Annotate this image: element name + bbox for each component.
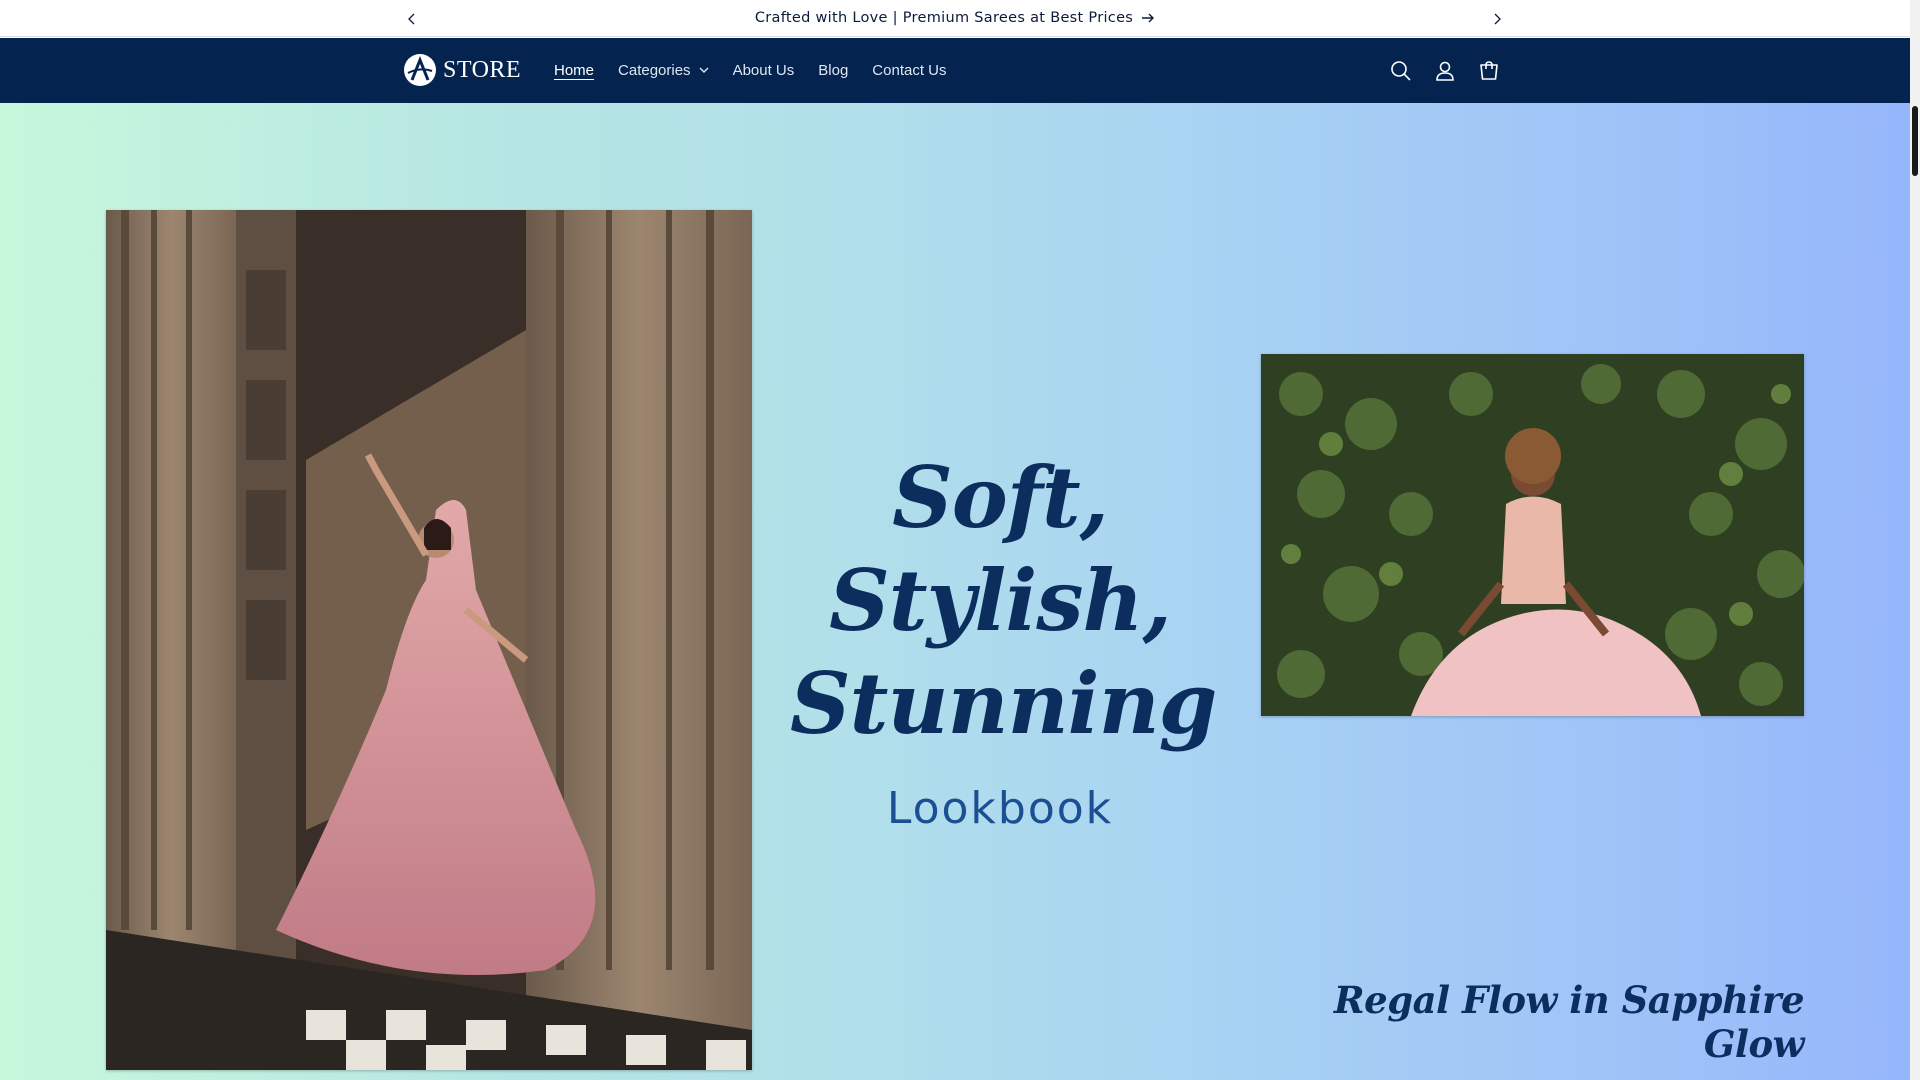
logo-text: STORE bbox=[443, 56, 522, 83]
nav-contact-us[interactable]: Contact Us bbox=[860, 38, 958, 103]
nav-about-us[interactable]: About Us bbox=[721, 38, 807, 103]
cart-icon bbox=[1480, 60, 1498, 80]
nav-contact-label: Contact Us bbox=[872, 62, 947, 79]
page-scrollbar[interactable] bbox=[1910, 0, 1920, 1080]
nav-categories[interactable]: Categories bbox=[606, 38, 721, 103]
chevron-down-icon bbox=[699, 67, 709, 73]
announcement-bar: Crafted with Love | Premium Sarees at Be… bbox=[0, 0, 1910, 37]
logo-mark-icon bbox=[404, 54, 436, 86]
chevron-right-icon bbox=[1494, 13, 1501, 24]
announcement-prev-button[interactable] bbox=[397, 0, 427, 37]
account-icon bbox=[1436, 61, 1454, 81]
headline-line-1: Soft, bbox=[892, 448, 1109, 547]
hero-image-left bbox=[106, 210, 752, 1070]
cart-button[interactable] bbox=[1467, 49, 1511, 93]
hero-banner[interactable]: Soft, Stylish, Stunning Lookbook Regal F… bbox=[0, 103, 1910, 1080]
account-button[interactable] bbox=[1423, 49, 1467, 93]
headline-line-2: Stylish, bbox=[829, 551, 1172, 650]
nav-categories-label: Categories bbox=[618, 62, 691, 79]
header-icons bbox=[1379, 38, 1511, 103]
scrollbar-thumb[interactable] bbox=[1912, 106, 1918, 176]
main-nav: Home Categories About Us Blog Contact Us bbox=[542, 38, 959, 103]
nav-blog[interactable]: Blog bbox=[806, 38, 860, 103]
headline-line-3: Stunning bbox=[790, 654, 1217, 753]
hero-tagline: Regal Flow in Sapphire Glow bbox=[1333, 978, 1805, 1066]
site-header: STORE Home Categories About Us Blog Cont… bbox=[0, 38, 1910, 103]
store-logo[interactable]: STORE bbox=[403, 51, 521, 89]
nav-home-label: Home bbox=[554, 62, 595, 79]
announcement-text: Crafted with Love | Premium Sarees at Be… bbox=[754, 10, 1134, 26]
nav-about-label: About Us bbox=[732, 62, 795, 79]
hero-image-right bbox=[1261, 354, 1804, 716]
hero-headline: Soft, Stylish, Stunning bbox=[790, 446, 1217, 755]
search-button[interactable] bbox=[1379, 49, 1423, 93]
nav-home[interactable]: Home bbox=[542, 38, 606, 103]
announcement-link[interactable]: Crafted with Love | Premium Sarees at Be… bbox=[755, 10, 1155, 26]
announcement-next-button[interactable] bbox=[1482, 0, 1512, 37]
chevron-left-icon bbox=[408, 13, 415, 24]
search-icon bbox=[1391, 60, 1411, 81]
hero-subheading: Lookbook bbox=[886, 783, 1114, 834]
arrow-right-icon bbox=[1141, 13, 1155, 23]
nav-blog-label: Blog bbox=[818, 62, 849, 79]
